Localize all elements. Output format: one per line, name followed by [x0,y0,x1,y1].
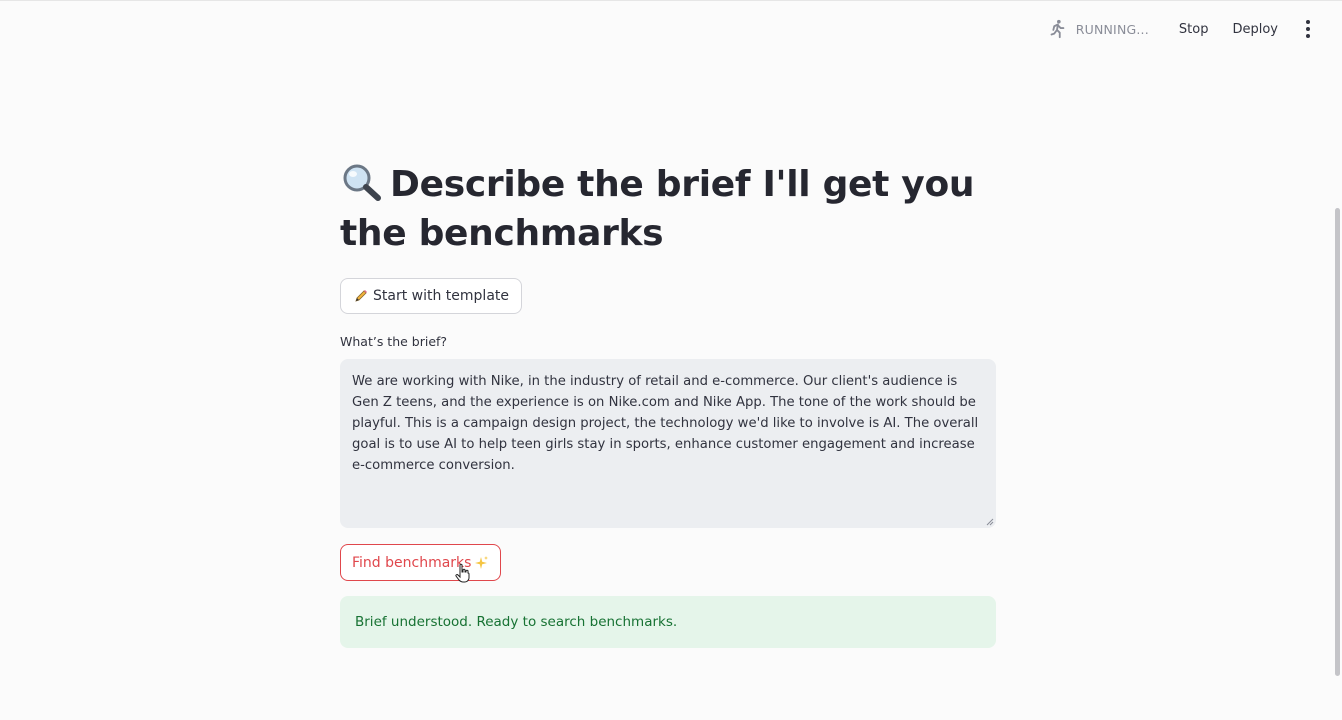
brief-field-label: What’s the brief? [340,334,448,349]
magnifying-glass-icon [343,164,381,201]
running-status-text: RUNNING... [1075,21,1149,37]
app-toolbar: RUNNING... Stop Deploy [1046,14,1318,44]
page-title: Describe the brief I'll get you the benc… [340,160,996,258]
kebab-menu-icon[interactable] [1298,19,1318,39]
page-title-text: Describe the brief I'll get you the benc… [340,164,975,254]
brief-textarea-value: We are working with Nike, in the industr… [352,374,979,473]
main-content: Describe the brief I'll get you the benc… [340,150,996,648]
sparkles-icon [475,555,489,569]
resize-handle-icon[interactable] [986,518,994,526]
find-benchmarks-button[interactable]: Find benchmarks [340,544,502,583]
hand-cursor-icon [455,563,470,583]
top-border [0,0,1342,1]
pencil-icon [355,290,367,302]
start-with-template-button[interactable]: Start with template [340,278,523,314]
status-alert: Brief understood. Ready to search benchm… [340,596,996,648]
start-with-template-label: Start with template [373,288,510,304]
running-status: RUNNING... [1046,18,1149,40]
status-alert-text: Brief understood. Ready to search benchm… [355,614,678,630]
brief-textarea[interactable]: We are working with Nike, in the industr… [340,359,996,528]
running-person-icon [1050,19,1065,39]
deploy-button[interactable]: Deploy [1220,18,1290,41]
stop-button[interactable]: Stop [1167,18,1221,41]
find-benchmarks-label: Find benchmarks [352,554,472,571]
page-scrollbar[interactable] [1335,208,1340,676]
